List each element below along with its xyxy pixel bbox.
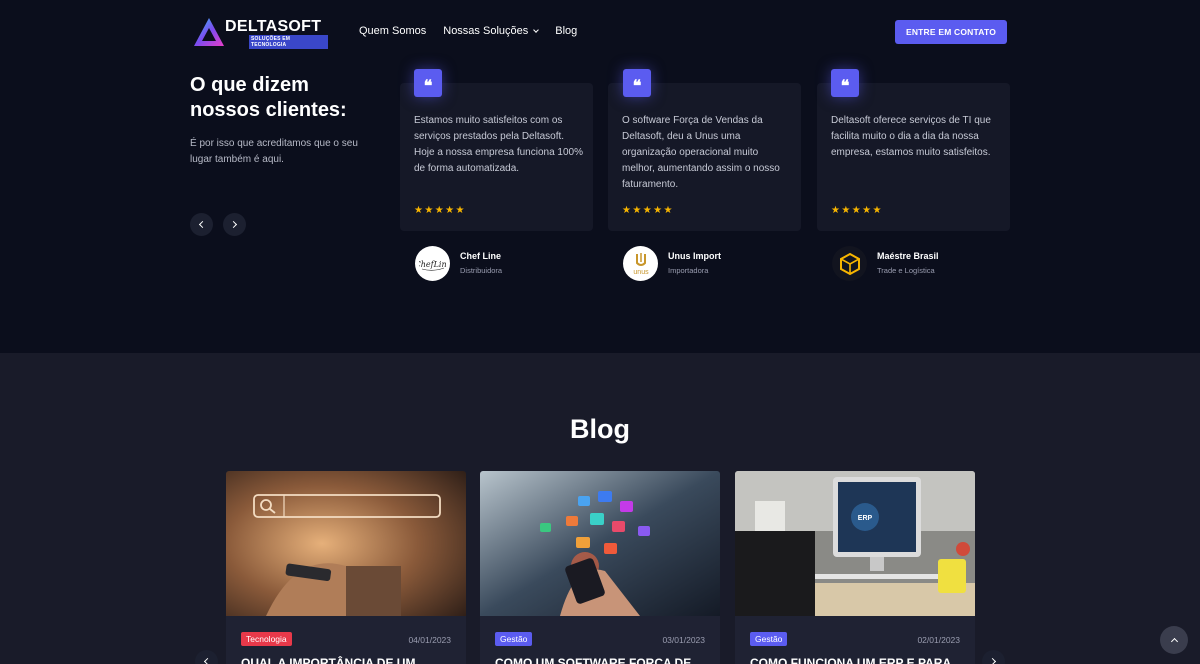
site-header: DELTASOFT SOLUÇÕES EM TECNOLOGIA Quem So… <box>0 0 1200 64</box>
chevron-right-icon <box>988 657 997 664</box>
delta-logo-icon <box>194 18 224 46</box>
svg-text:ChefLine: ChefLine <box>419 260 447 269</box>
star-rating: ★★★★★ <box>622 205 674 216</box>
unus-logo-icon: unus <box>623 246 658 281</box>
post-headline[interactable]: COMO FUNCIONA UM ERP E PARA <box>750 656 960 664</box>
next-post-button[interactable] <box>982 650 1005 664</box>
nav-quem-somos[interactable]: Quem Somos <box>359 25 426 37</box>
blog-section: Blog Tecnologia 04/01/2023 QUAL A IMPORT… <box>0 353 1200 664</box>
nav-nossas-solucoes-label: Nossas Soluções <box>443 25 529 37</box>
star-rating: ★★★★★ <box>831 205 883 216</box>
testimonials-heading-line1: O que dizem <box>190 74 309 96</box>
svg-text:ERP: ERP <box>858 515 873 522</box>
client-info: Maéstre Brasil Trade e Logística <box>832 246 1032 282</box>
chevron-left-icon <box>203 657 212 664</box>
client-role: Trade e Logística <box>877 266 935 275</box>
main-nav: Quem Somos Nossas Soluções Blog <box>359 25 577 37</box>
post-category-tag[interactable]: Gestão <box>750 632 788 646</box>
client-name: Unus Import <box>668 251 721 261</box>
brand-name: DELTASOFT <box>225 18 322 35</box>
client-name: Maéstre Brasil <box>877 251 939 261</box>
testimonial-card: Deltasoft oferece serviços de TI que fac… <box>817 83 1010 231</box>
post-date: 02/01/2023 <box>917 635 960 645</box>
quote-icon: ❝ <box>414 69 442 97</box>
chevron-right-icon <box>229 220 238 229</box>
maestre-box-logo-icon <box>832 246 867 281</box>
testimonials-lead: É por isso que acreditamos que o seu lug… <box>190 138 358 165</box>
post-image-erp-desk: ERP <box>735 471 975 616</box>
post-date: 03/01/2023 <box>662 635 705 645</box>
chef-line-logo-icon: ChefLine <box>415 246 450 281</box>
nav-blog[interactable]: Blog <box>555 25 577 37</box>
chevron-left-icon <box>198 220 207 229</box>
testimonials-heading-line2: nossos clientes: <box>190 99 347 121</box>
chevron-down-icon <box>533 26 540 33</box>
prev-post-button[interactable] <box>195 650 218 664</box>
blog-post-card[interactable]: Gestão 03/01/2023 COMO UM SOFTWARE FORÇA… <box>480 471 720 664</box>
blog-post-card[interactable]: ERP Gestão 02/01/2023 COMO FUNCIONA UM E… <box>735 471 975 664</box>
post-category-tag[interactable]: Tecnologia <box>241 632 292 646</box>
post-image-app-icons <box>480 471 720 616</box>
testimonial-card: O software Força de Vendas da Deltasoft,… <box>608 83 801 231</box>
prev-testimonial-button[interactable] <box>190 213 213 236</box>
testimonials-heading: O que dizem nossos clientes: <box>190 73 370 123</box>
brand-tagline: SOLUÇÕES EM TECNOLOGIA <box>249 35 328 49</box>
next-testimonial-button[interactable] <box>223 213 246 236</box>
contact-button[interactable]: ENTRE EM CONTATO <box>895 20 1007 44</box>
svg-text:unus: unus <box>633 269 649 276</box>
nav-nossas-solucoes[interactable]: Nossas Soluções <box>443 25 540 37</box>
blog-title: Blog <box>570 414 630 444</box>
quote-icon: ❝ <box>831 69 859 97</box>
chevron-up-icon <box>1170 637 1178 646</box>
client-info: ChefLine Chef Line Distribuidora <box>415 246 615 282</box>
post-date: 04/01/2023 <box>408 635 451 645</box>
testimonial-quote: Deltasoft oferece serviços de TI que fac… <box>831 115 991 158</box>
post-image-phone-search <box>226 471 466 616</box>
testimonial-card: Estamos muito satisfeitos com os serviço… <box>400 83 593 231</box>
testimonial-quote: O software Força de Vendas da Deltasoft,… <box>622 115 780 190</box>
post-headline[interactable]: COMO UM SOFTWARE FORÇA DE <box>495 656 705 664</box>
back-to-top-button[interactable] <box>1160 626 1188 654</box>
client-info: unus Unus Import Importadora <box>623 246 823 282</box>
client-role: Importadora <box>668 266 709 275</box>
testimonial-quote: Estamos muito satisfeitos com os serviço… <box>414 115 583 174</box>
post-headline[interactable]: QUAL A IMPORTÂNCIA DE UM <box>241 656 451 664</box>
blog-post-card[interactable]: Tecnologia 04/01/2023 QUAL A IMPORTÂNCIA… <box>226 471 466 664</box>
client-role: Distribuidora <box>460 266 503 275</box>
star-rating: ★★★★★ <box>414 205 466 216</box>
deltasoft-logo[interactable]: DELTASOFT SOLUÇÕES EM TECNOLOGIA <box>193 16 328 49</box>
quote-icon: ❝ <box>623 69 651 97</box>
client-name: Chef Line <box>460 251 502 261</box>
post-category-tag[interactable]: Gestão <box>495 632 533 646</box>
